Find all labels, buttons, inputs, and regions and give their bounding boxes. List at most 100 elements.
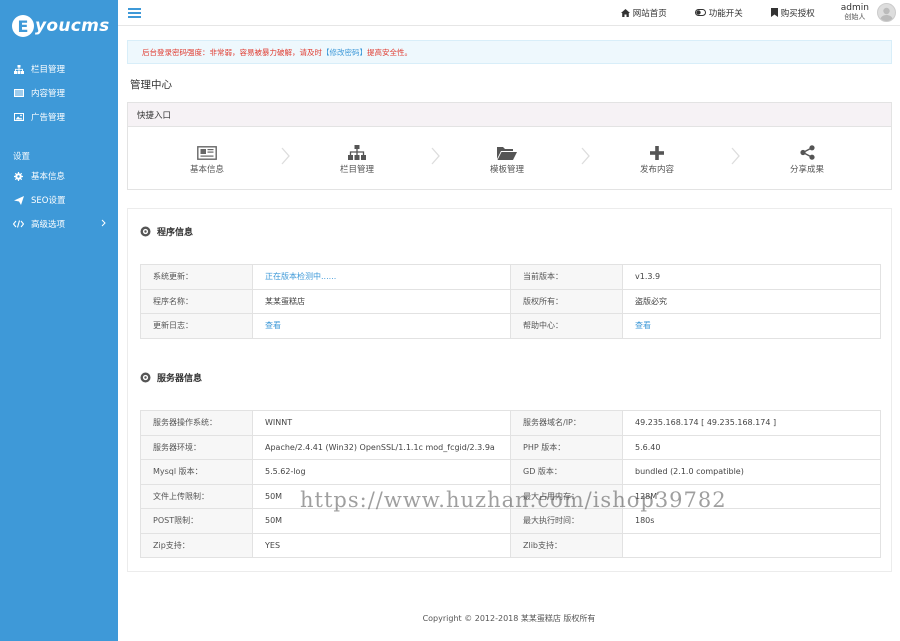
info-key: PHP 版本： <box>510 434 623 460</box>
topbar: 网站首页 功能开关 购买授权 admin 创始人 <box>118 0 900 26</box>
quick-entry-panel: 快捷入口 基本信息 栏目管理 模板管理 发布内容 分享成果 <box>127 102 892 190</box>
info-value: bundled (2.1.0 compatible) <box>622 459 881 485</box>
top-link-label: 网站首页 <box>632 8 667 19</box>
bookmark-icon <box>770 8 778 17</box>
top-link-label: 购买授权 <box>780 8 815 19</box>
top-link-label: 功能开关 <box>708 8 743 19</box>
info-value[interactable]: 正在版本检测中...... <box>265 272 336 281</box>
user-name: admin <box>840 2 869 13</box>
sidebar-item-label: SEO设置 <box>31 196 66 206</box>
main-content: 后台登录密码强度：非常弱，容易被暴力破解，请及时 【修改密码】 提高安全性。 管… <box>118 26 900 641</box>
sidebar-item-content[interactable]: 内容管理 <box>0 81 118 105</box>
top-links: 网站首页 功能开关 购买授权 admin 创始人 <box>593 0 900 25</box>
info-value <box>622 532 881 558</box>
sidebar-section-settings: 设置 <box>13 152 31 162</box>
quick-label: 模板管理 <box>489 165 524 175</box>
info-key: POST限制： <box>140 508 253 534</box>
info-key: 当前版本： <box>510 264 623 290</box>
change-password-link[interactable]: 【修改密码】 <box>322 47 367 58</box>
newspaper-icon <box>197 142 217 160</box>
program-info-table: 系统更新： 正在版本检测中...... 当前版本： v1.3.9 程序名称： 某某蛋糕店版… <box>140 264 881 339</box>
table-row: 更新日志： 查看 帮助中心： 查看 <box>140 313 881 339</box>
sidebar-item-label: 高级选项 <box>31 220 66 230</box>
logo-text: youcms <box>35 16 110 36</box>
quick-category-manage[interactable]: 栏目管理 <box>282 142 440 175</box>
info-key: 系统更新： <box>140 264 253 290</box>
info-key: 程序名称： <box>140 288 253 314</box>
info-value[interactable]: 查看 <box>635 321 651 330</box>
info-key: 文件上传限制： <box>140 483 253 509</box>
site-home-link[interactable]: 网站首页 <box>620 7 667 19</box>
info-key: 帮助中心： <box>510 313 623 339</box>
info-value: v1.3.9 <box>622 264 881 290</box>
page-title: 管理中心 <box>130 79 172 91</box>
password-warning-alert: 后台登录密码强度：非常弱，容易被暴力破解，请及时 【修改密码】 提高安全性。 <box>127 40 892 64</box>
sidebar-item-label: 基本信息 <box>31 172 66 182</box>
info-value: WINNT <box>252 410 511 436</box>
user-menu[interactable]: admin 创始人 <box>841 3 896 22</box>
watermark-text: https://www.huzhan.com/ishop39782 <box>300 488 727 512</box>
user-role: 创始人 <box>844 12 866 21</box>
info-key: Zlib支持： <box>510 532 623 558</box>
info-key: Zip支持： <box>140 532 253 558</box>
table-row: Mysql 版本： 5.5.62-log GD 版本： bundled (2.1.0 … <box>140 459 881 485</box>
home-icon <box>620 8 630 17</box>
sidebar-item-ads[interactable]: 广告管理 <box>0 105 118 129</box>
sidebar-item-category[interactable]: 栏目管理 <box>0 57 118 81</box>
info-key: Mysql 版本： <box>140 459 253 485</box>
buy-license-link[interactable]: 购买授权 <box>770 7 815 19</box>
logo-mark: E <box>12 15 34 37</box>
quick-label: 基本信息 <box>189 165 224 175</box>
quick-share-results[interactable]: 分享成果 <box>732 142 882 175</box>
alert-text: 后台登录密码强度：非常弱，容易被暴力破解，请及时 <box>142 47 322 57</box>
sidebar-item-seo[interactable]: SEO设置 <box>0 188 118 212</box>
quick-publish-content[interactable]: 发布内容 <box>582 142 740 175</box>
sidebar-item-advanced[interactable]: 高级选项 <box>0 212 118 236</box>
folder-open-icon <box>497 142 517 160</box>
info-value: YES <box>252 532 511 558</box>
info-circle-icon <box>140 372 151 383</box>
info-key: 最大执行时间： <box>510 508 623 534</box>
paper-plane-icon <box>13 195 24 205</box>
table-row: 程序名称： 某某蛋糕店 版权所有： 盗版必究 <box>140 288 881 314</box>
chevron-right-icon <box>101 219 106 230</box>
table-row: 系统更新： 正在版本检测中...... 当前版本： v1.3.9 <box>140 264 881 290</box>
info-value: 某某蛋糕店 <box>252 288 511 314</box>
server-info-title: 服务器信息 <box>140 371 202 384</box>
menu-toggle-icon[interactable] <box>128 6 141 20</box>
quick-entry-title: 快捷入口 <box>128 103 891 127</box>
info-value[interactable]: 查看 <box>265 321 281 330</box>
quick-label: 栏目管理 <box>339 165 374 175</box>
info-key: GD 版本： <box>510 459 623 485</box>
quick-basic-info[interactable]: 基本信息 <box>132 142 290 175</box>
info-key: 服务器操作系统： <box>140 410 253 436</box>
sidebar: E youcms 栏目管理 内容管理 广告管理 设置 基本信息 SEO设置 高级… <box>0 0 118 641</box>
share-icon <box>799 142 815 160</box>
sidebar-item-basic-info[interactable]: 基本信息 <box>0 164 118 188</box>
table-row: 服务器环境： Apache/2.4.41 (Win32) OpenSSL/1.1.… <box>140 434 881 460</box>
sidebar-item-label: 栏目管理 <box>31 65 66 75</box>
toggle-icon <box>694 9 706 16</box>
info-key: 服务器环境： <box>140 434 253 460</box>
logo[interactable]: E youcms <box>0 0 118 52</box>
section-title-text: 程序信息 <box>157 228 194 238</box>
code-icon <box>13 219 24 229</box>
gear-icon <box>13 171 24 181</box>
quick-label: 发布内容 <box>639 165 674 175</box>
list-icon <box>13 88 24 98</box>
avatar[interactable] <box>877 3 896 22</box>
sitemap-icon <box>348 142 366 160</box>
info-key: 版权所有： <box>510 288 623 314</box>
sidebar-nav: 栏目管理 内容管理 广告管理 设置 基本信息 SEO设置 高级选项 <box>0 57 118 236</box>
quick-template-manage[interactable]: 模板管理 <box>432 142 590 175</box>
info-circle-icon <box>140 226 151 237</box>
feature-switch-link[interactable]: 功能开关 <box>694 7 743 19</box>
info-value: 180s <box>622 508 881 534</box>
quick-label: 分享成果 <box>789 165 824 175</box>
info-value: 49.235.168.174 [ 49.235.168.174 ] <box>622 410 881 436</box>
table-row: 服务器操作系统： WINNT 服务器域名/IP： 49.235.168.174 [ 4… <box>140 410 881 436</box>
server-info-table: 服务器操作系统： WINNT 服务器域名/IP： 49.235.168.174 [ 4… <box>140 410 881 558</box>
section-title-text: 服务器信息 <box>157 374 203 384</box>
sidebar-item-label: 广告管理 <box>31 113 66 123</box>
info-value: 50M <box>252 508 511 534</box>
